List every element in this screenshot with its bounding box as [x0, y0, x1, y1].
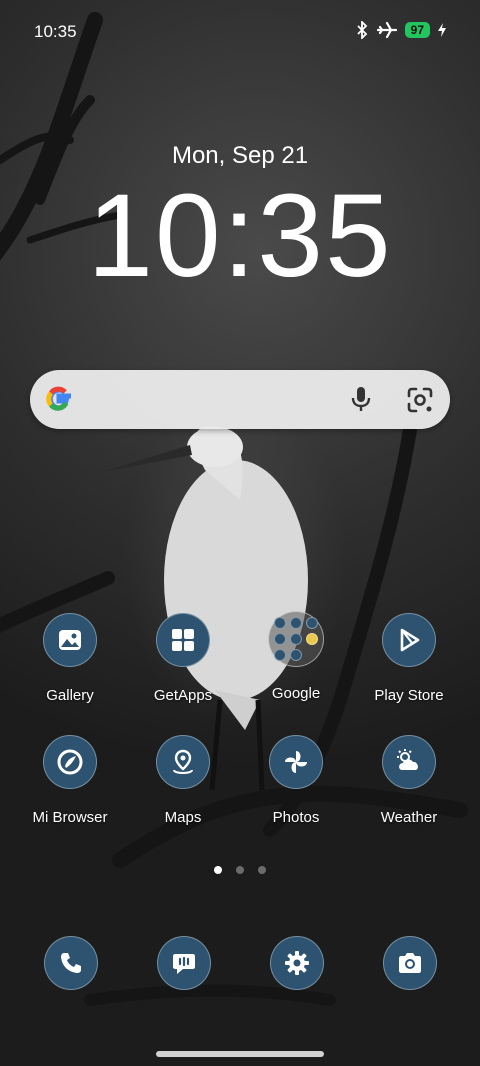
google-mini-icon: [274, 617, 286, 629]
battery-icon: 97: [404, 22, 430, 38]
settings-icon: [270, 936, 324, 990]
gallery-icon: [43, 613, 97, 667]
charging-bolt-icon: [438, 23, 446, 37]
status-time: 10:35: [34, 22, 77, 41]
home-indicator[interactable]: [156, 1051, 324, 1057]
app-label: Weather: [380, 809, 438, 826]
meet-mini-icon: [290, 633, 302, 645]
app-mi-browser[interactable]: Mi Browser: [15, 735, 125, 826]
app-play-store[interactable]: Play Store: [354, 613, 464, 704]
app-label: GetApps: [153, 687, 213, 704]
youtube-mini-icon: [306, 617, 318, 629]
app-label: Photos: [272, 809, 320, 826]
page-indicator[interactable]: [0, 866, 480, 874]
lockscreen-clock: 10:35: [87, 170, 393, 302]
app-getapps[interactable]: GetApps: [128, 613, 238, 704]
app-label: Mi Browser: [32, 809, 108, 826]
app-photos[interactable]: Photos: [241, 735, 351, 826]
drive-mini-icon: [274, 633, 286, 645]
phone-icon: [44, 936, 98, 990]
app-label: Google: [271, 685, 321, 702]
camera-icon: [383, 936, 437, 990]
dock-settings[interactable]: [270, 936, 324, 990]
getapps-icon: [156, 613, 210, 667]
dock-messages[interactable]: [157, 936, 211, 990]
app-label: Gallery: [46, 687, 94, 704]
app-google-folder[interactable]: Google: [241, 611, 351, 702]
dock-phone[interactable]: [44, 936, 98, 990]
app-gallery[interactable]: Gallery: [15, 613, 125, 704]
duo-mini-icon: [274, 649, 286, 661]
status-icons: 97: [355, 21, 446, 39]
page-dot-2[interactable]: [236, 866, 244, 874]
microphone-icon[interactable]: [346, 384, 376, 414]
gmail-mini-icon: [290, 617, 302, 629]
messages-icon: [157, 936, 211, 990]
weather-icon: [382, 735, 436, 789]
dock-camera[interactable]: [383, 936, 437, 990]
app-maps[interactable]: Maps: [128, 735, 238, 826]
mi-browser-icon: [43, 735, 97, 789]
app-label: Play Store: [374, 687, 444, 704]
airplane-mode-icon: [376, 21, 397, 39]
keep-mini-icon: [306, 633, 318, 645]
google-folder: [268, 611, 324, 667]
chrome-mini-icon: [290, 649, 302, 661]
google-g-logo: [46, 386, 71, 411]
play-store-icon: [382, 613, 436, 667]
google-search-bar[interactable]: [30, 370, 450, 429]
maps-icon: [156, 735, 210, 789]
status-bar: 10:35 97: [0, 0, 480, 62]
google-lens-icon[interactable]: [404, 384, 436, 416]
photos-icon: [269, 735, 323, 789]
app-weather[interactable]: Weather: [354, 735, 464, 826]
page-dot-1[interactable]: [214, 866, 222, 874]
page-dot-3[interactable]: [258, 866, 266, 874]
app-label: Maps: [164, 809, 202, 826]
bluetooth-icon: [357, 21, 367, 39]
